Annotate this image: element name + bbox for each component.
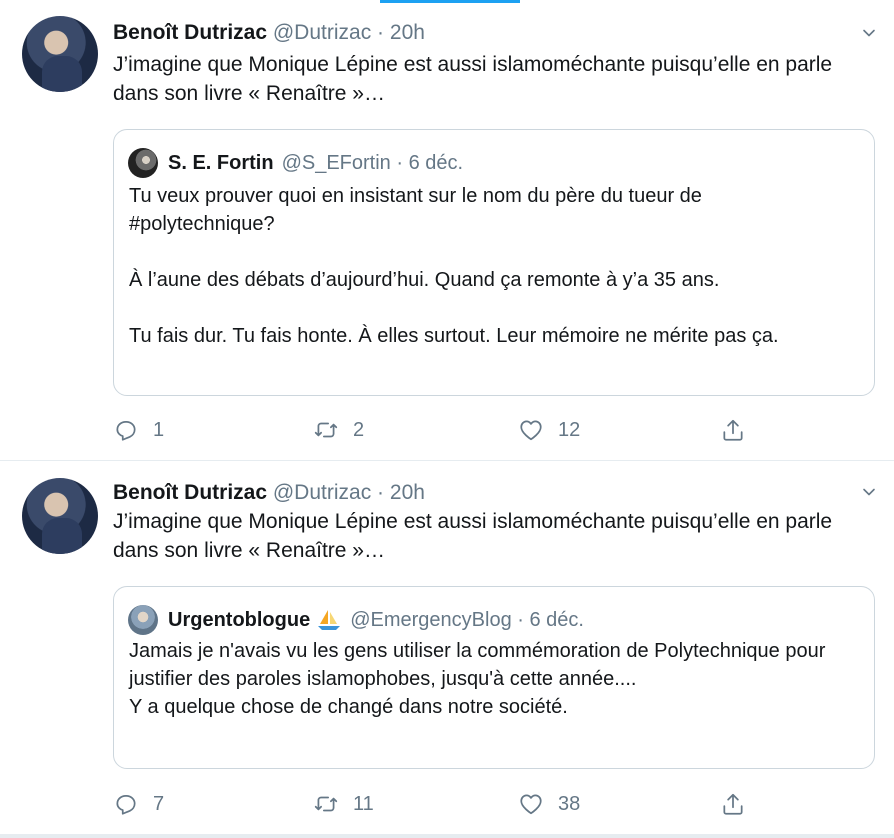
author-name[interactable]: Benoît Dutrizac	[113, 481, 267, 504]
retweet-count: 11	[353, 792, 374, 815]
reply-count: 7	[153, 792, 165, 815]
tweet-text: J’imagine que Monique Lépine est aussi i…	[113, 510, 833, 562]
separator-dot: ·	[396, 151, 404, 174]
avatar[interactable]	[22, 16, 98, 92]
divider	[0, 834, 894, 838]
quoted-paragraph: Y a quelque chose de changé dans notre s…	[129, 696, 568, 718]
reply-button[interactable]: 7	[113, 791, 164, 817]
quoted-tweet-text: Tu veux prouver quoi en insistant sur le…	[129, 182, 849, 350]
quoted-date: 6 déc.	[529, 608, 584, 631]
chevron-down-icon[interactable]	[862, 485, 876, 499]
like-count: 38	[558, 792, 581, 815]
share-icon	[723, 793, 743, 815]
quoted-author-handle: @S_EFortin	[281, 151, 391, 174]
reply-count: 1	[153, 418, 165, 441]
tweet[interactable]: Benoît Dutrizac @Dutrizac · 20h J’imagin…	[0, 461, 894, 838]
separator-dot: ·	[377, 481, 385, 504]
retweet-count: 2	[353, 418, 365, 441]
retweet-icon	[314, 422, 338, 438]
quoted-avatar	[128, 148, 158, 178]
separator-dot: ·	[517, 608, 524, 631]
quoted-paragraph: À l’aune des débats d’aujourd’hui. Quand…	[129, 269, 720, 291]
quoted-tweet-text: Jamais je n'avais vu les gens utiliser l…	[129, 637, 849, 721]
quoted-author-name: Urgentoblogue	[168, 608, 311, 631]
quoted-paragraph: Tu fais dur. Tu fais honte. À elles surt…	[129, 325, 779, 347]
quoted-date: 6 déc.	[408, 151, 464, 174]
author-handle[interactable]: @Dutrizac	[273, 481, 371, 504]
tweet-actions: 1 2 12	[113, 417, 763, 447]
tweet-actions: 7 11 38	[113, 791, 763, 821]
separator-dot: ·	[377, 21, 385, 44]
quoted-tweet-header: S. E. Fortin @S_EFortin · 6 déc.	[128, 148, 463, 178]
tweet[interactable]: Benoît Dutrizac @Dutrizac · 20h J’imagin…	[0, 0, 894, 461]
author-name[interactable]: Benoît Dutrizac	[113, 21, 267, 44]
share-icon	[723, 419, 743, 441]
heart-icon	[520, 794, 542, 815]
quoted-author-handle: @EmergencyBlog	[350, 608, 512, 631]
retweet-icon	[314, 796, 338, 812]
quoted-tweet[interactable]: Urgentoblogue @EmergencyBlog · 6 déc. Ja…	[113, 586, 875, 769]
like-button[interactable]: 38	[518, 791, 580, 817]
retweet-button[interactable]: 11	[313, 791, 374, 817]
quoted-paragraph: Jamais je n'avais vu les gens utiliser l…	[129, 640, 826, 690]
quoted-tweet[interactable]: S. E. Fortin @S_EFortin · 6 déc. Tu veux…	[113, 129, 875, 396]
share-button[interactable]	[720, 417, 746, 443]
quoted-author-name: S. E. Fortin	[168, 151, 274, 174]
reply-icon	[116, 421, 136, 441]
like-count: 12	[558, 418, 581, 441]
reply-icon	[116, 795, 136, 815]
share-button[interactable]	[720, 791, 746, 817]
sailboat-icon	[318, 610, 341, 630]
heart-icon	[520, 420, 542, 441]
tweet-header: Benoît Dutrizac @Dutrizac · 20h	[113, 21, 425, 45]
tweet-time[interactable]: 20h	[390, 21, 425, 44]
quoted-paragraph: Tu veux prouver quoi en insistant sur le…	[129, 185, 702, 235]
tweet-text: J’imagine que Monique Lépine est aussi i…	[113, 53, 833, 105]
tweet-time[interactable]: 20h	[390, 481, 425, 504]
chevron-down-icon[interactable]	[862, 26, 876, 40]
author-handle[interactable]: @Dutrizac	[273, 21, 371, 44]
tweet-header: Benoît Dutrizac @Dutrizac · 20h	[113, 481, 425, 505]
quoted-avatar	[128, 605, 158, 635]
quoted-tweet-header: Urgentoblogue @EmergencyBlog · 6 déc.	[128, 605, 584, 635]
retweet-button[interactable]: 2	[313, 417, 364, 443]
avatar[interactable]	[22, 478, 98, 554]
reply-button[interactable]: 1	[113, 417, 164, 443]
like-button[interactable]: 12	[518, 417, 580, 443]
